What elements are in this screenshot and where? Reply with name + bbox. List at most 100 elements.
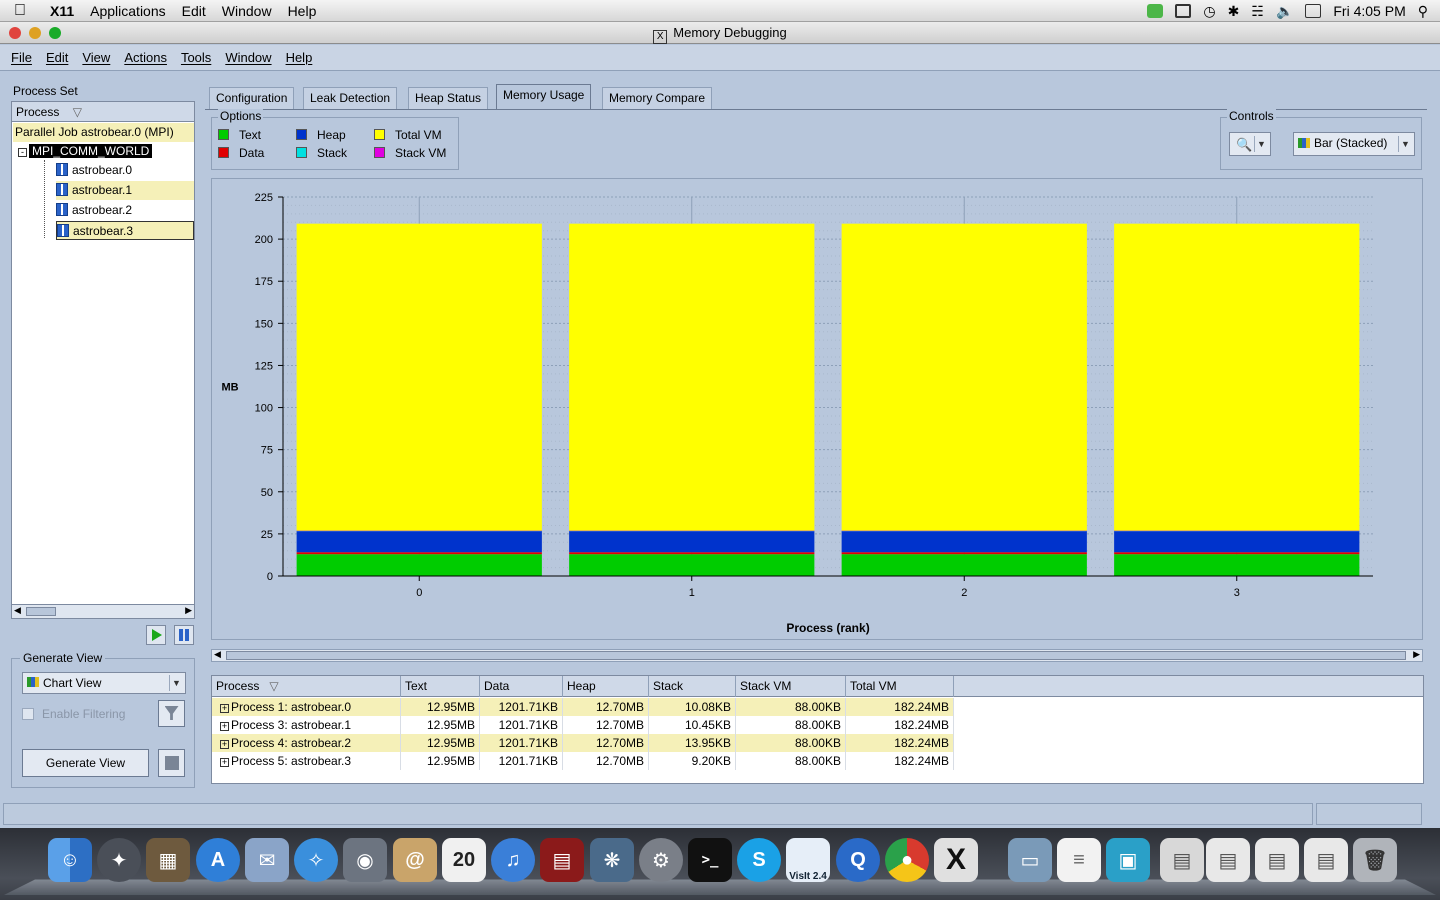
iphoto-icon[interactable]: ❋ (590, 838, 634, 882)
tree-process[interactable]: astrobear.0 (56, 161, 194, 180)
tree-process[interactable]: astrobear.2 (56, 201, 194, 220)
trash-icon[interactable]: 🗑 (1353, 838, 1397, 882)
itunes-icon[interactable]: ♫ (491, 838, 535, 882)
tree-process[interactable]: astrobear.1 (56, 181, 194, 200)
menu-actions[interactable]: Actions (117, 50, 174, 65)
column-header-stack[interactable]: Stack (649, 676, 736, 697)
mac-menu-applications[interactable]: Applications (82, 3, 174, 19)
sort-filter-icon[interactable]: ▽ (73, 105, 82, 119)
play-button[interactable] (146, 625, 166, 645)
column-header-data[interactable]: Data (480, 676, 563, 697)
table-row[interactable]: + Process 5: astrobear.3 12.95MB 1201.71KB 1… (212, 752, 954, 770)
pause-button[interactable] (174, 625, 194, 645)
calendar-icon[interactable]: 20 (442, 838, 486, 882)
launchpad-icon[interactable]: ✦ (97, 838, 141, 882)
scroll-right-icon[interactable]: ▶ (185, 605, 192, 616)
skype-icon[interactable]: S (737, 838, 781, 882)
app-store-icon[interactable]: A (196, 838, 240, 882)
table-row[interactable]: + Process 4: astrobear.2 12.95MB 1201.71KB 1… (212, 734, 954, 752)
wifi-icon[interactable]: ☵ (1251, 3, 1264, 20)
view-type-select[interactable]: Chart View ▼ (22, 672, 186, 694)
mission-control-icon[interactable]: ▦ (146, 838, 190, 882)
downloads-stack-icon[interactable]: ▣ (1106, 838, 1150, 882)
visit-icon[interactable]: VisIt 2.4 (786, 838, 830, 882)
expand-icon[interactable]: + (220, 704, 229, 713)
column-header-process[interactable]: Process ▽ (212, 676, 401, 697)
mac-menu-window[interactable]: Window (214, 3, 280, 19)
sort-filter-icon[interactable]: ▽ (269, 679, 278, 693)
tree-job[interactable]: Parallel Job astrobear.0 (MPI) (13, 123, 194, 142)
zoom-tool-select[interactable]: 🔍 ▼ (1229, 132, 1271, 156)
menu-tools[interactable]: Tools (174, 50, 218, 65)
column-header-text[interactable]: Text (401, 676, 480, 697)
chevron-down-icon[interactable]: ▼ (1254, 136, 1268, 152)
bluetooth-icon[interactable]: ✱ (1228, 3, 1240, 20)
close-window-button[interactable] (9, 27, 21, 39)
time-machine-icon[interactable]: ◷ (1203, 3, 1215, 20)
tree-group[interactable]: - MPI_COMM_WORLD (18, 142, 194, 161)
tab-memory-usage[interactable]: Memory Usage (496, 84, 592, 110)
memory-meter-icon[interactable] (1175, 4, 1192, 18)
quicktime-icon[interactable]: Q (836, 838, 880, 882)
scroll-thumb[interactable] (26, 607, 56, 616)
x11-dock-icon[interactable]: X (934, 838, 978, 882)
filter-checkbox[interactable] (22, 708, 34, 720)
tab-leak-detection[interactable]: Leak Detection (303, 87, 398, 109)
mail-icon[interactable]: ✉ (245, 838, 289, 882)
legend-stack-vm[interactable]: Stack VM (374, 146, 446, 160)
system-preferences-icon[interactable]: ⚙ (639, 838, 683, 882)
terminal-icon[interactable]: >_ (688, 838, 732, 882)
menu-view[interactable]: View (75, 50, 117, 65)
memory-table[interactable]: Process ▽ Text Data Heap Stack Stack VM T… (211, 675, 1424, 784)
generate-view-button[interactable]: Generate View (22, 749, 149, 777)
mac-menu-help[interactable]: Help (280, 3, 325, 19)
legend-stack[interactable]: Stack (296, 146, 347, 160)
minimize-window-button[interactable] (29, 27, 41, 39)
expand-icon[interactable]: + (220, 758, 229, 767)
finder-icon[interactable]: ☺ (48, 838, 92, 882)
app-menu[interactable]: X11 (40, 3, 82, 19)
legend-total-vm[interactable]: Total VM (374, 128, 442, 142)
menu-file[interactable]: File (4, 50, 39, 65)
facetime-icon[interactable]: ◉ (343, 838, 387, 882)
scroll-left-icon[interactable]: ◀ (214, 649, 221, 660)
spotlight-icon[interactable]: ⚲ (1418, 3, 1428, 20)
filter-settings-button[interactable] (158, 700, 185, 727)
tab-heap-status[interactable]: Heap Status (408, 87, 489, 109)
horizontal-scrollbar[interactable]: ◀ ▶ (12, 604, 194, 618)
expand-icon[interactable]: - (18, 148, 27, 157)
photo-booth-icon[interactable]: ▤ (540, 838, 584, 882)
chevron-down-icon[interactable]: ▼ (169, 675, 183, 691)
status-check-icon[interactable] (1147, 4, 1164, 18)
expand-icon[interactable]: + (220, 740, 229, 749)
chevron-down-icon[interactable]: ▼ (1398, 136, 1412, 152)
scroll-right-icon[interactable]: ▶ (1413, 649, 1420, 660)
menu-edit[interactable]: Edit (39, 50, 75, 65)
tab-memory-compare[interactable]: Memory Compare (602, 87, 713, 109)
menu-window[interactable]: Window (218, 50, 278, 65)
minimized-window-icon[interactable]: ▤ (1206, 838, 1250, 882)
column-header-heap[interactable]: Heap (563, 676, 649, 697)
table-row[interactable]: + Process 3: astrobear.1 12.95MB 1201.71KB 1… (212, 716, 954, 734)
safari-icon[interactable]: ✧ (294, 838, 338, 882)
apple-menu-icon[interactable]:  (0, 2, 40, 20)
battery-icon[interactable] (1305, 4, 1322, 18)
scroll-left-icon[interactable]: ◀ (14, 605, 21, 616)
volume-icon[interactable]: 🔈 (1276, 3, 1293, 20)
minimized-window-icon[interactable]: ▤ (1160, 838, 1204, 882)
column-header-total-vm[interactable]: Total VM (846, 676, 954, 697)
applications-folder-icon[interactable]: ▭ (1008, 838, 1052, 882)
minimized-window-icon[interactable]: ▤ (1255, 838, 1299, 882)
chart-type-select[interactable]: Bar (Stacked) ▼ (1293, 132, 1415, 156)
scroll-thumb[interactable] (226, 651, 1406, 660)
minimized-window-icon[interactable]: ▤ (1304, 838, 1348, 882)
zoom-window-button[interactable] (49, 27, 61, 39)
process-set-tree[interactable]: Process ▽ Parallel Job astrobear.0 (MPI)… (11, 101, 195, 619)
process-column-header[interactable]: Process ▽ (12, 102, 194, 122)
column-header-stack-vm[interactable]: Stack VM (736, 676, 846, 697)
tab-configuration[interactable]: Configuration (209, 87, 295, 109)
chart-scrollbar[interactable]: ◀ ▶ (211, 649, 1423, 662)
tree-process[interactable]: astrobear.3 (56, 221, 194, 240)
mac-menu-edit[interactable]: Edit (174, 3, 214, 19)
expand-icon[interactable]: + (220, 722, 229, 731)
